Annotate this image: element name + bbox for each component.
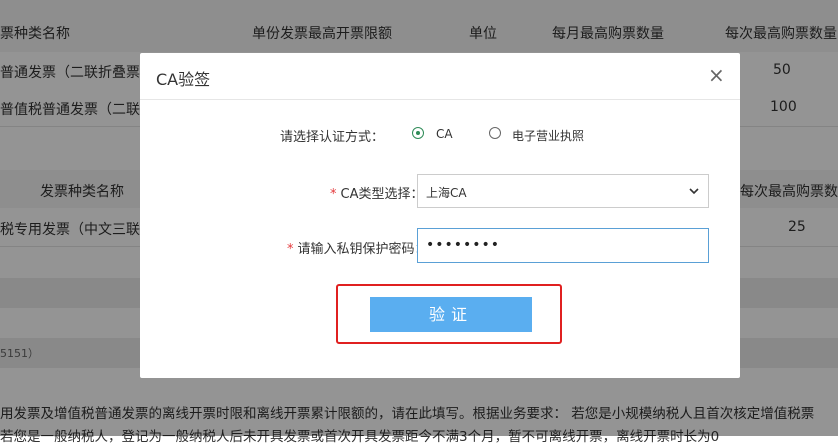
ca-verify-dialog: CA验签 × 请选择认证方式： CA 电子营业执照 * CA类型选择： 上海CA …	[140, 53, 740, 378]
radio-ca[interactable]	[412, 127, 424, 139]
ca-type-label-text: CA类型选择：	[340, 187, 424, 202]
auth-method-label: 请选择认证方式：	[280, 130, 385, 145]
verify-button[interactable]: 验证	[370, 297, 532, 332]
radio-business-license[interactable]	[489, 127, 501, 139]
password-label: * 请输入私钥保护密码：	[287, 238, 428, 257]
password-label-text: 请输入私钥保护密码：	[297, 242, 428, 257]
password-field-wrap	[417, 228, 709, 263]
ca-type-select[interactable]: 上海CA	[417, 174, 709, 208]
ca-type-label: * CA类型选择：	[330, 183, 423, 202]
password-field[interactable]	[418, 229, 704, 260]
radio-business-license-label[interactable]: 电子营业执照	[512, 127, 584, 144]
required-mark: *	[287, 242, 294, 257]
radio-ca-label[interactable]: CA	[436, 127, 453, 141]
required-mark: *	[330, 187, 337, 202]
dialog-header: CA验签 ×	[140, 53, 740, 100]
close-icon[interactable]: ×	[708, 65, 725, 85]
chevron-down-icon	[689, 188, 699, 195]
ca-type-value: 上海CA	[426, 186, 467, 200]
dialog-title: CA验签	[156, 70, 211, 89]
